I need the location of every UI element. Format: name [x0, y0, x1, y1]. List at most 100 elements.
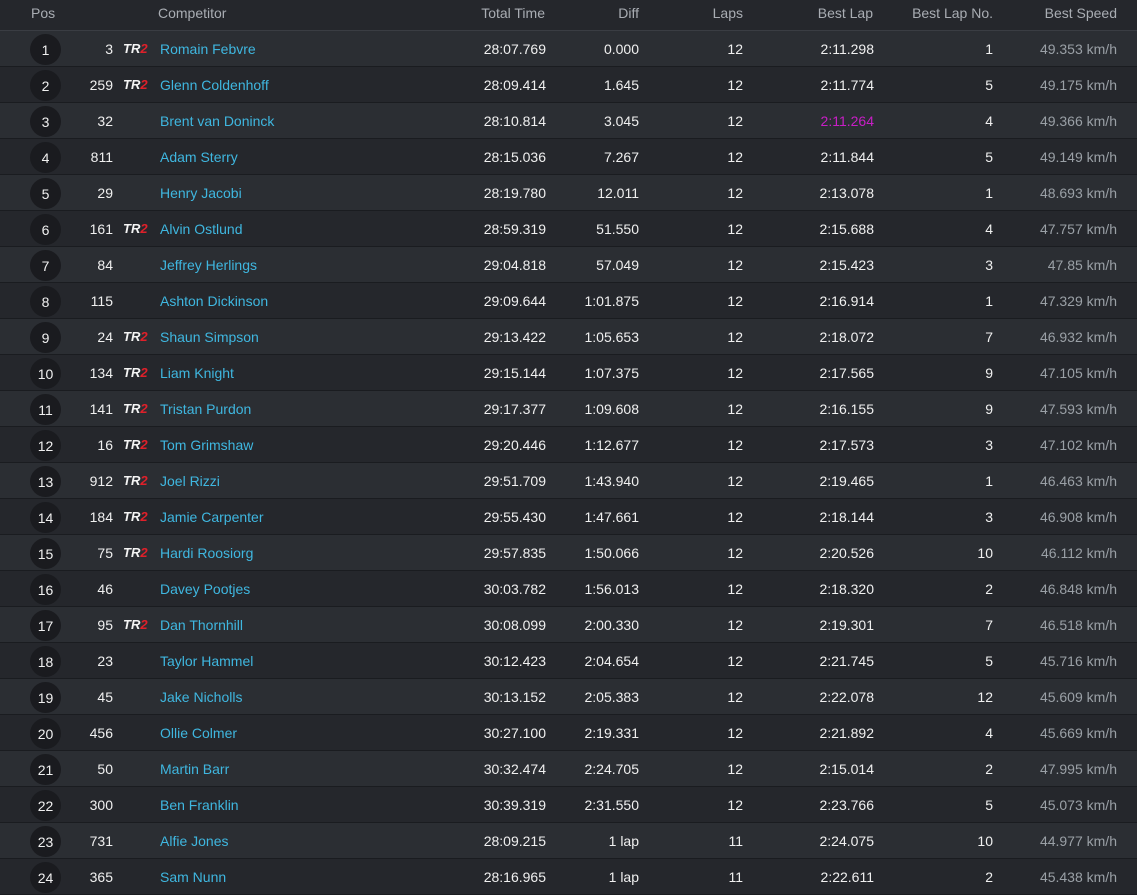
competitor-name-link[interactable]: Sam Nunn: [160, 869, 226, 885]
best-lap: 2:21.892: [819, 725, 875, 741]
best-lap-number: 1: [985, 41, 993, 57]
competitor-name-link[interactable]: Jamie Carpenter: [160, 509, 264, 525]
results-table-header: Pos Competitor Total Time Diff Laps Best…: [0, 0, 1137, 31]
best-lap-number: 10: [977, 545, 993, 561]
competitor-name-link[interactable]: Taylor Hammel: [160, 653, 253, 669]
col-header-best-lap-no[interactable]: Best Lap No.: [912, 5, 993, 21]
col-header-best-lap[interactable]: Best Lap: [818, 5, 873, 21]
competitor-name-link[interactable]: Ollie Colmer: [160, 725, 237, 741]
best-speed: 45.716 km/h: [1039, 653, 1117, 669]
best-lap-number: 5: [985, 653, 993, 669]
col-header-diff[interactable]: Diff: [618, 5, 639, 21]
team-logo-2: 2: [140, 329, 148, 344]
col-header-competitor[interactable]: Competitor: [158, 5, 226, 21]
competitor-name-link[interactable]: Hardi Roosiorg: [160, 545, 253, 561]
best-speed: 47.593 km/h: [1039, 401, 1117, 417]
team-logo-2: 2: [140, 617, 148, 632]
competitor-name-link[interactable]: Romain Febvre: [160, 41, 256, 57]
col-header-laps[interactable]: Laps: [713, 5, 743, 21]
rider-number: 95: [97, 617, 113, 633]
laps: 12: [727, 221, 743, 237]
table-row: 19 45 Jake Nicholls 30:13.152 2:05.383 12 2:22…: [0, 679, 1137, 715]
competitor-name-link[interactable]: Jake Nicholls: [160, 689, 242, 705]
competitor-name-link[interactable]: Shaun Simpson: [160, 329, 259, 345]
competitor-name-link[interactable]: Jeffrey Herlings: [160, 257, 257, 273]
team-logo-2: 2: [140, 473, 148, 488]
best-speed: 46.908 km/h: [1039, 509, 1117, 525]
best-speed: 48.693 km/h: [1039, 185, 1117, 201]
laps: 12: [727, 581, 743, 597]
rider-number: 75: [97, 545, 113, 561]
position-badge: 12: [30, 430, 61, 461]
competitor-name-link[interactable]: Alvin Ostlund: [160, 221, 242, 237]
position-badge: 22: [30, 790, 61, 821]
team-logo-tr: TR: [123, 329, 141, 344]
team-logo-tr2: TR2: [123, 41, 148, 56]
team-logo-2: 2: [140, 401, 148, 416]
diff: 1:09.608: [584, 401, 640, 417]
position-badge: 7: [30, 250, 61, 281]
team-logo-2: 2: [140, 509, 148, 524]
rider-number: 811: [90, 149, 113, 165]
best-lap-number: 9: [985, 365, 993, 381]
position-badge: 20: [30, 718, 61, 749]
table-row: 1 3 TR2 Romain Febvre 28:07.769 0.000 12 2:11.2…: [0, 31, 1137, 67]
rider-number: 134: [89, 365, 113, 381]
best-speed: 45.073 km/h: [1039, 797, 1117, 813]
best-lap-number: 2: [985, 581, 993, 597]
team-logo-2: 2: [140, 77, 148, 92]
position-badge: 11: [30, 394, 61, 425]
team-logo-tr: TR: [123, 617, 141, 632]
best-lap: 2:18.144: [819, 509, 875, 525]
competitor-name-link[interactable]: Dan Thornhill: [160, 617, 243, 633]
position-badge: 19: [30, 682, 61, 713]
total-time: 29:55.430: [483, 509, 546, 525]
competitor-name-link[interactable]: Glenn Coldenhoff: [160, 77, 269, 93]
col-header-total-time[interactable]: Total Time: [481, 5, 545, 21]
best-lap: 2:20.526: [819, 545, 875, 561]
rider-number: 46: [97, 581, 113, 597]
laps: 11: [728, 869, 743, 885]
position-badge: 4: [30, 142, 61, 173]
competitor-name-link[interactable]: Adam Sterry: [160, 149, 238, 165]
competitor-name-link[interactable]: Ashton Dickinson: [160, 293, 268, 309]
competitor-name-link[interactable]: Alfie Jones: [160, 833, 228, 849]
rider-number: 115: [90, 293, 113, 309]
competitor-name-link[interactable]: Ben Franklin: [160, 797, 239, 813]
table-row: 12 16 TR2 Tom Grimshaw 29:20.446 1:12.677 12 2:…: [0, 427, 1137, 463]
team-logo-tr2: TR2: [123, 329, 148, 344]
best-lap: 2:15.423: [819, 257, 875, 273]
best-lap-number: 1: [985, 293, 993, 309]
competitor-name-link[interactable]: Joel Rizzi: [160, 473, 220, 489]
best-lap: 2:11.774: [820, 77, 874, 93]
laps: 12: [727, 293, 743, 309]
diff: 12.011: [597, 185, 639, 201]
table-row: 16 46 Davey Pootjes 30:03.782 1:56.013 12 2:18…: [0, 571, 1137, 607]
competitor-name-link[interactable]: Davey Pootjes: [160, 581, 250, 597]
diff: 1:47.661: [584, 509, 640, 525]
position-badge: 13: [30, 466, 61, 497]
competitor-name-link[interactable]: Tom Grimshaw: [160, 437, 253, 453]
team-logo-tr: TR: [123, 545, 141, 560]
competitor-name-link[interactable]: Brent van Doninck: [160, 113, 274, 129]
laps: 12: [727, 545, 743, 561]
best-lap-number: 4: [985, 113, 993, 129]
competitor-name-link[interactable]: Liam Knight: [160, 365, 234, 381]
diff: 1 lap: [608, 869, 639, 885]
team-logo-tr: TR: [123, 77, 141, 92]
col-header-best-speed[interactable]: Best Speed: [1045, 5, 1117, 21]
col-header-pos[interactable]: Pos: [31, 5, 55, 21]
best-lap: 2:17.565: [819, 365, 875, 381]
competitor-name-link[interactable]: Henry Jacobi: [160, 185, 242, 201]
table-row: 18 23 Taylor Hammel 30:12.423 2:04.654 12 2:21…: [0, 643, 1137, 679]
best-lap-number: 4: [985, 725, 993, 741]
best-speed: 47.757 km/h: [1039, 221, 1117, 237]
best-lap: 2:18.320: [819, 581, 875, 597]
best-lap-number: 3: [985, 437, 993, 453]
best-speed: 46.463 km/h: [1039, 473, 1117, 489]
competitor-name-link[interactable]: Tristan Purdon: [160, 401, 251, 417]
rider-number: 731: [89, 833, 113, 849]
laps: 12: [727, 437, 743, 453]
competitor-name-link[interactable]: Martin Barr: [160, 761, 229, 777]
best-lap: 2:11.298: [820, 41, 874, 57]
